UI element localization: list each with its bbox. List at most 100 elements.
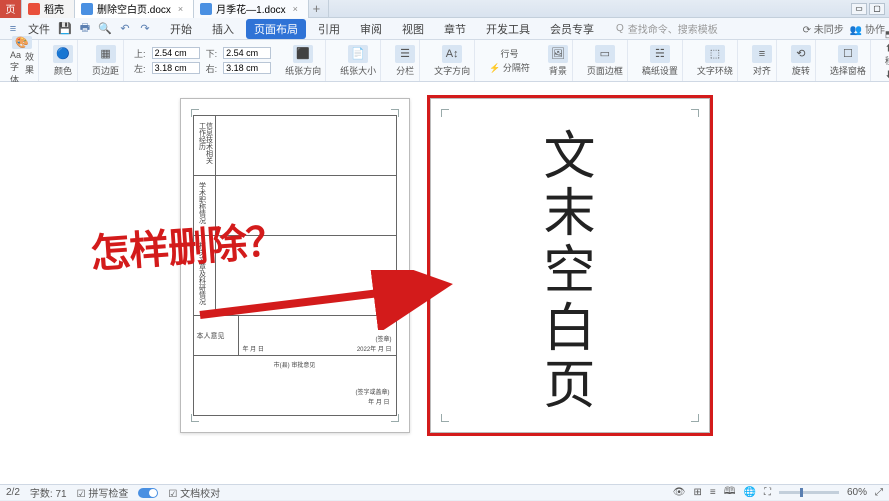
combine-label[interactable]: ⬒ 组合 [885,27,889,40]
ribbon-tab-review[interactable]: 审阅 [352,19,390,39]
ribbon-tab-section[interactable]: 章节 [436,19,474,39]
columns-button[interactable]: ☰分栏 [391,40,420,81]
watermark-button[interactable]: ☵稿纸设置 [638,40,683,81]
close-icon[interactable]: × [178,4,183,14]
page-indicator[interactable]: 2/2 [6,487,20,498]
theme-font-label[interactable]: Aa 字体 [10,50,21,86]
arrow-annotation [195,270,475,330]
layout-icon[interactable]: ⊞ [694,487,702,498]
align-button[interactable]: ≡对齐 [748,40,777,81]
web-icon[interactable]: 🌐 [744,487,756,498]
bg-label: 背景 [549,64,567,77]
ribbon-panel: 🎨 Aa 字体 效果 🔵 颜色 ▦ 页边距 上: 下: 左: 右: ⬛纸张方向 … [0,40,889,82]
expand-icon[interactable]: ⤢ [875,487,883,498]
row5-label: 市(县) 审批意见 [197,358,393,369]
margin-button[interactable]: ▦ 页边距 [88,40,124,81]
status-bar: 2/2 字数: 71 ☑ 拼写检查 ☑ 文档校对 👁 ⊞ ≡ 🕮 🌐 ⛶ 60%… [0,484,889,500]
ribbon-tab-member[interactable]: 会员专享 [542,19,602,39]
ribbon-tab-insert[interactable]: 插入 [204,19,242,39]
watermark-label: 稿纸设置 [642,64,678,77]
redo-icon[interactable]: ↷ [136,20,154,38]
margin-icon: ▦ [96,45,116,63]
doc-tab-0-label: 删除空白页.docx [97,1,171,16]
bg-icon: 🖼 [548,45,568,63]
bg-button[interactable]: 🖼背景 [544,40,573,81]
textdir-icon: A↕ [442,45,462,63]
selpane-button[interactable]: ☐选择窗格 [826,40,871,81]
file-menu[interactable]: 文件 [24,21,54,37]
theme-group: 🎨 Aa 字体 效果 [6,40,39,81]
doc-tab-1[interactable]: 月季花—1.docx × [194,0,309,18]
color-label: 颜色 [54,64,72,77]
pagesize-button[interactable]: 📄纸张大小 [336,40,381,81]
app-tab-docer[interactable]: 稻壳 [22,0,75,18]
textdir-button[interactable]: A↕文字方向 [430,40,475,81]
rotate-button[interactable]: ⟲旋转 [787,40,816,81]
color-group[interactable]: 🔵 颜色 [49,40,78,81]
columns-icon: ☰ [395,45,415,63]
reading-icon[interactable]: 🕮 [724,484,736,501]
orientation-button[interactable]: ⬛纸张方向 [281,40,326,81]
sync-status[interactable]: ⟳ 未同步 [803,21,844,36]
align-label: 对齐 [753,64,771,77]
page-2-blank[interactable]: 文 末 空 白 页 [430,98,710,433]
textdir-label: 文字方向 [434,64,470,77]
zoom-value[interactable]: 60% [847,487,867,498]
ribbon-tab-start[interactable]: 开始 [162,19,200,39]
save-icon[interactable]: 💾 [56,20,74,38]
close-icon[interactable]: × [293,4,298,14]
row1-content [216,116,396,175]
doc-tab-0[interactable]: 删除空白页.docx × [75,0,194,18]
corner-mark [441,109,449,117]
outline-icon[interactable]: ≡ [710,487,716,498]
window-min-button[interactable]: ▭ [851,3,867,15]
linenum-label: 行号 [500,47,518,60]
sep-label[interactable]: ⚡ 分隔符 [489,61,530,74]
view-icon[interactable]: 👁 [673,487,686,498]
theme-effect-label[interactable]: 效果 [25,50,34,86]
rotate-icon: ⟲ [791,45,811,63]
theme-icon[interactable]: 🎨 [12,36,32,49]
undo-icon[interactable]: ↶ [116,20,134,38]
margin-left-input[interactable] [152,62,200,74]
ribbon-tab-reference[interactable]: 引用 [310,19,348,39]
word-count[interactable]: 字数: 71 [30,485,67,500]
selpane-icon: ☐ [838,45,858,63]
fullscreen-icon[interactable]: ⛶ [764,487,771,498]
linenum-button[interactable]: 行号⚡ 分隔符 [485,40,534,81]
home-tab-label: 页 [6,1,16,16]
orientation-icon: ⬛ [293,45,313,63]
spellcheck-toggle[interactable]: ☑ 拼写检查 [77,485,129,500]
ribbon-tabs-row: ≡ 文件 💾 🖶 🔍 ↶ ↷ 开始 插入 页面布局 引用 审阅 视图 章节 开发… [0,18,889,40]
plus-icon: + [313,1,321,16]
doc-tab-1-label: 月季花—1.docx [216,1,285,16]
wrap-button[interactable]: ⬚文字环绕 [693,40,738,81]
collab-button[interactable]: 👥 协作 [850,21,885,36]
moveup-button[interactable]: ⬆ 上移一层 [885,43,889,66]
margin-right-input[interactable] [223,62,271,74]
home-tab[interactable]: 页 [0,0,22,18]
window-max-button[interactable]: ▢ [869,3,885,15]
command-search[interactable]: Q 查找命令、搜索模板 [616,21,718,36]
border-button[interactable]: ▭页面边框 [583,40,628,81]
margin-bottom-input[interactable] [223,47,271,59]
preview-icon[interactable]: 🔍 [96,20,114,38]
margin-left-label: 左: [134,62,146,75]
search-placeholder: 查找命令、搜索模板 [628,21,718,36]
ribbon-tab-devtools[interactable]: 开发工具 [478,19,538,39]
add-tab-button[interactable]: + [309,0,329,18]
proofread-toggle[interactable]: ☑ 文档校对 [168,485,220,500]
selpane-label: 选择窗格 [830,64,866,77]
corner-mark [441,414,449,422]
zoom-slider[interactable] [779,491,839,494]
margin-top-input[interactable] [152,47,200,59]
spellcheck-switch[interactable] [138,488,158,498]
ribbon-tab-view[interactable]: 视图 [394,19,432,39]
margin-right-label: 右: [206,62,218,75]
print-icon[interactable]: 🖶 [76,20,94,38]
anno-char: 末 [543,186,595,243]
border-icon: ▭ [595,45,615,63]
row4-date-left: 年 月 日 [243,344,264,353]
window-controls: ▭ ▢ [851,3,889,15]
ribbon-tab-pagelayout[interactable]: 页面布局 [246,19,306,39]
